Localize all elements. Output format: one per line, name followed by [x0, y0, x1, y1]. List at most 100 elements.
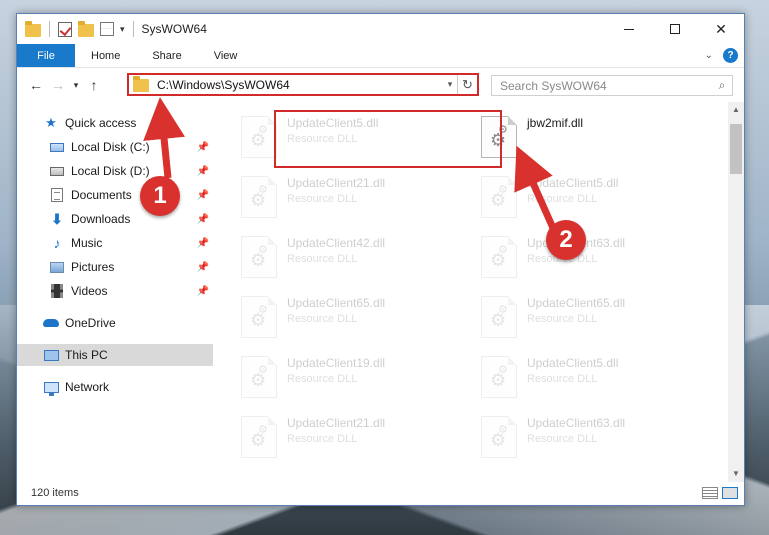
file-item[interactable]: ⚙⚙ UpdateClient63.dllResource DLL	[477, 232, 703, 288]
file-item[interactable]: ⚙ ⚙ UpdateClient21.dll Resource DLL	[237, 172, 463, 228]
properties-icon[interactable]	[100, 22, 114, 36]
dll-file-icon: ⚙ ⚙	[481, 176, 517, 218]
title-bar: ▾ SysWOW64 ✕	[17, 14, 744, 44]
pin-icon[interactable]: 📌	[197, 214, 209, 225]
sidebar-item-label: Videos	[71, 284, 108, 298]
up-button[interactable]: ↑	[83, 77, 105, 93]
scroll-down-icon[interactable]: ▼	[728, 466, 744, 482]
recent-locations-button[interactable]: ▾	[69, 80, 83, 91]
file-name: UpdateClient5.dll	[527, 176, 619, 190]
file-item[interactable]: ⚙ ⚙ UpdateClient65.dll Resource DLL	[237, 292, 463, 348]
item-count: 120 items	[31, 487, 79, 499]
sidebar-item-local-disk-d[interactable]: Local Disk (D:) 📌	[17, 160, 213, 182]
details-view-icon[interactable]	[702, 487, 718, 499]
back-button[interactable]: ←	[25, 77, 47, 93]
dll-file-icon: ⚙ ⚙	[481, 296, 517, 338]
onedrive-icon	[43, 316, 59, 330]
address-dropdown-icon[interactable]: ▾	[443, 79, 457, 90]
sidebar-item-label: Local Disk (C:)	[71, 140, 150, 154]
status-bar: 120 items	[17, 481, 744, 505]
maximize-button[interactable]	[652, 14, 698, 44]
refresh-button[interactable]: ↻	[457, 75, 477, 94]
forward-button[interactable]: →	[47, 77, 69, 93]
pin-icon[interactable]: 📌	[197, 286, 209, 297]
quick-access-toolbar: ▾	[17, 20, 136, 37]
sidebar-item-label: Documents	[71, 188, 132, 202]
file-name: UpdateClient63.dll	[527, 416, 626, 430]
dll-file-icon: ⚙ ⚙	[241, 356, 277, 398]
drive-icon	[49, 164, 65, 178]
dll-file-icon: ⚙ ⚙	[481, 416, 517, 458]
file-item[interactable]: ⚙ ⚙ UpdateClient5.dll Resource DLL	[477, 172, 703, 228]
sidebar-item-local-disk-c[interactable]: Local Disk (C:) 📌	[17, 136, 213, 158]
sidebar-item-network[interactable]: Network	[17, 376, 213, 398]
pin-icon[interactable]: 📌	[197, 142, 209, 153]
file-name: jbw2mif.dll	[527, 116, 584, 130]
file-type: Resource DLL	[527, 313, 598, 325]
file-name: UpdateClient42.dll	[287, 236, 386, 250]
divider	[132, 21, 134, 37]
scrollbar-thumb[interactable]	[730, 124, 742, 174]
sidebar-item-quick-access[interactable]: ★ Quick access	[17, 112, 213, 134]
step-badge-1: 1	[140, 176, 180, 216]
new-folder-icon[interactable]	[78, 20, 94, 37]
sidebar-item-documents[interactable]: Documents 📌	[17, 184, 213, 206]
file-item[interactable]: ⚙ ⚙ UpdateClient19.dll Resource DLL	[237, 352, 463, 408]
customize-toolbar-chevron-icon[interactable]: ▾	[120, 24, 125, 35]
sidebar-item-videos[interactable]: Videos 📌	[17, 280, 213, 302]
file-item[interactable]: ⚙⚙ UpdateClient63.dllResource DLL	[477, 412, 703, 468]
address-path[interactable]: C:\Windows\SysWOW64	[157, 78, 443, 92]
help-icon[interactable]: ?	[723, 48, 738, 63]
dll-file-icon: ⚙ ⚙	[481, 356, 517, 398]
sidebar-item-label: Local Disk (D:)	[71, 164, 150, 178]
sidebar-item-onedrive[interactable]: OneDrive	[17, 312, 213, 334]
large-icons-view-icon[interactable]	[722, 487, 738, 499]
minimize-button[interactable]	[606, 14, 652, 44]
navigation-pane: ★ Quick access Local Disk (C:) 📌 Local D…	[17, 112, 213, 472]
ribbon-tabs: File Home Share View ⌄ ?	[17, 44, 744, 68]
sidebar-item-music[interactable]: ♪ Music 📌	[17, 232, 213, 254]
pin-icon[interactable]: 📌	[197, 262, 209, 273]
search-box[interactable]: Search SysWOW64 ⌕	[491, 75, 733, 96]
file-item[interactable]: ⚙ ⚙ UpdateClient42.dll Resource DLL	[237, 232, 463, 288]
search-icon[interactable]: ⌕	[712, 78, 732, 93]
expand-ribbon-chevron-icon[interactable]: ⌄	[705, 50, 713, 61]
dll-file-icon: ⚙ ⚙	[481, 236, 517, 278]
tab-view[interactable]: View	[198, 44, 254, 67]
file-type: Resource DLL	[287, 193, 358, 205]
tab-home[interactable]: Home	[75, 44, 136, 67]
folder-icon	[133, 76, 149, 92]
search-input[interactable]: Search SysWOW64	[492, 79, 712, 93]
file-item-jbw2mif[interactable]: ⚙ ⚙ jbw2mif.dll	[477, 112, 703, 168]
file-type: Resource DLL	[527, 193, 598, 205]
file-item[interactable]: ⚙ ⚙ UpdateClient65.dll Resource DLL	[477, 292, 703, 348]
close-button[interactable]: ✕	[698, 14, 744, 44]
window-controls: ✕	[606, 14, 744, 44]
sidebar-item-this-pc[interactable]: This PC	[17, 344, 213, 366]
pin-icon[interactable]: 📌	[197, 190, 209, 201]
dll-file-icon: ⚙ ⚙	[241, 116, 277, 158]
tab-file[interactable]: File	[17, 44, 75, 67]
scroll-up-icon[interactable]: ▲	[728, 102, 744, 118]
sidebar-item-label: Pictures	[71, 260, 115, 274]
sidebar-item-downloads[interactable]: ⬇ Downloads 📌	[17, 208, 213, 230]
dll-file-icon: ⚙ ⚙	[241, 296, 277, 338]
sidebar-item-label: This PC	[65, 348, 108, 362]
pin-icon[interactable]: 📌	[197, 238, 209, 249]
vertical-scrollbar[interactable]: ▲ ▼	[728, 102, 744, 482]
file-item[interactable]: ⚙ ⚙ UpdateClient21.dll Resource DLL	[237, 412, 463, 468]
documents-icon	[49, 188, 65, 202]
file-type: Resource DLL	[287, 433, 358, 445]
tab-share[interactable]: Share	[136, 44, 197, 67]
sidebar-item-pictures[interactable]: Pictures 📌	[17, 256, 213, 278]
divider	[49, 21, 50, 37]
file-item[interactable]: ⚙ ⚙ UpdateClient5.dll Resource DLL	[477, 352, 703, 408]
pin-icon[interactable]: 📌	[197, 166, 209, 177]
address-bar[interactable]: C:\Windows\SysWOW64 ▾ ↻	[127, 73, 479, 96]
properties-check-icon[interactable]	[58, 21, 72, 37]
explorer-window: ▾ SysWOW64 ✕ File Home Share View ⌄ ? ← …	[16, 13, 745, 506]
sidebar-item-label: Quick access	[65, 116, 137, 130]
step-badge-2: 2	[546, 220, 586, 260]
ribbon-right-controls: ⌄ ?	[705, 44, 744, 67]
sidebar-item-label: Music	[71, 236, 103, 250]
